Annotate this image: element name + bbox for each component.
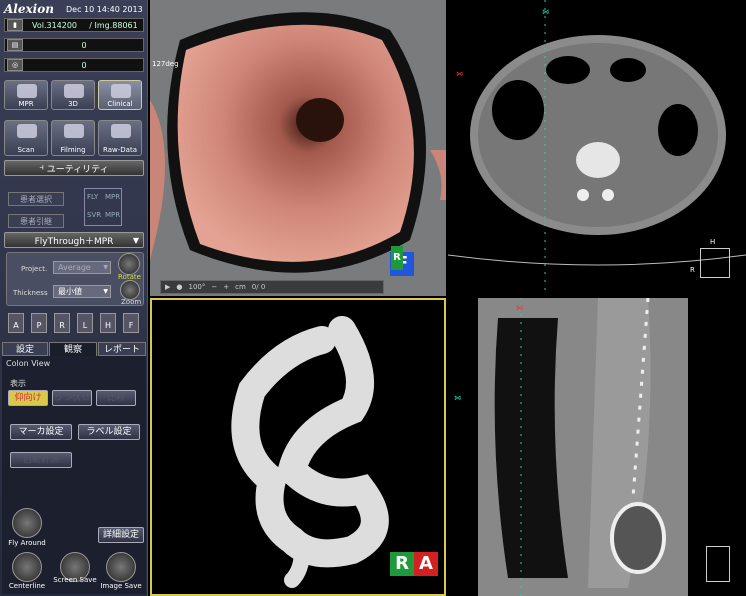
mpr-button[interactable]: MPR (4, 80, 48, 110)
thickness-label: Thickness (13, 289, 48, 297)
app-logo: Alexion (4, 2, 54, 16)
screen-save-label: Screen Save (53, 576, 97, 584)
mpr-icon (17, 84, 37, 98)
navigation-controls[interactable]: ▶ ● 100° − + cm 0/ 0 (160, 280, 384, 294)
zoom-label: Zoom (121, 298, 142, 306)
minus-icon[interactable]: − (211, 283, 217, 291)
orient-l-button[interactable]: L (77, 313, 93, 333)
film-icon: ▮ (7, 19, 23, 31)
media-row[interactable]: ◎ 0 (4, 58, 144, 72)
label-settings-button[interactable]: ラベル設定 (78, 424, 140, 440)
control-sidebar: Alexion Dec 10 14:40 2013 ▮ Vol.314200 /… (0, 0, 148, 596)
patient-select-button[interactable]: 患者選択 (8, 192, 64, 206)
axis-h-label: H (710, 238, 716, 246)
image-save-icon[interactable] (106, 552, 136, 582)
orient-p-button[interactable]: P (31, 313, 47, 333)
axis-r-label: R (690, 266, 695, 274)
prone-button[interactable]: うつ伏せ (52, 390, 92, 406)
colon-volume-render (231, 316, 389, 588)
colon-3d-viewport[interactable]: R A (150, 298, 446, 596)
tool-icon: ⫞ (39, 163, 47, 173)
dropdown-icon: ▼ (132, 235, 139, 245)
orientation-cube-r: R (390, 552, 414, 576)
display-label: 表示 (10, 379, 26, 388)
tab-observe[interactable]: 観察 (49, 342, 97, 356)
endoscopic-viewport[interactable]: 127deg ▶ ● 100° − + cm 0/ 0 F R (150, 0, 446, 296)
volume-number: Vol.314200 (31, 20, 78, 30)
image-save-label: Image Save (100, 582, 142, 590)
tab-settings[interactable]: 設定 (2, 342, 48, 356)
raw-data-icon (111, 124, 131, 138)
orientation-cube-r: R (391, 246, 403, 270)
clinical-icon (111, 84, 131, 98)
colon-view-title: Colon View (6, 359, 51, 368)
project-select[interactable]: Average (53, 261, 111, 274)
angle-value: 100° (188, 283, 206, 291)
compare-button[interactable]: 比較 (96, 390, 136, 406)
frame-count: 0/ 0 (251, 283, 266, 291)
filming-button[interactable]: Filming (51, 120, 95, 156)
fly-around-icon[interactable] (12, 508, 42, 538)
view-angle: 127deg (152, 60, 179, 68)
detail-settings-button[interactable]: 詳細設定 (98, 527, 144, 543)
patient-transfer-button[interactable]: 患者引継 (8, 214, 64, 228)
printer-count: 0 (81, 40, 87, 50)
filming-icon (64, 124, 84, 138)
scan-button[interactable]: Scan (4, 120, 48, 156)
cube-icon (64, 84, 84, 98)
centerline-icon[interactable] (12, 552, 42, 582)
media-count: 0 (81, 60, 87, 70)
play-icon[interactable]: ▶ (165, 283, 170, 291)
plus-icon[interactable]: + (223, 283, 229, 291)
utility-button[interactable]: ⫞ ユーティリティ (4, 160, 144, 176)
record-icon[interactable]: ● (176, 283, 182, 291)
orient-a-button[interactable]: A (8, 313, 24, 333)
crosshair-marker-left: ⋈ (456, 70, 463, 78)
clinical-button[interactable]: Clinical (98, 80, 142, 110)
fly-around-label: Fly Around (8, 539, 46, 547)
fly-mpr-layout[interactable]: FLY MPR SVR MPR (84, 188, 122, 226)
distance-unit: cm (235, 283, 246, 291)
tab-report[interactable]: レポート (98, 342, 146, 356)
scan-icon (17, 124, 37, 138)
marker-settings-button[interactable]: マーカ設定 (10, 424, 72, 440)
orientation-box (700, 248, 730, 278)
orient-h-button[interactable]: H (100, 313, 116, 333)
zoom-icon[interactable] (120, 280, 140, 300)
supine-button[interactable]: 仰向け (8, 390, 48, 406)
datetime: Dec 10 14:40 2013 (66, 5, 143, 14)
image-number: / Img.88061 (89, 20, 138, 30)
raw-data-button[interactable]: Raw-Data (98, 120, 142, 156)
sagittal-slice (478, 298, 688, 596)
crosshair-marker-top: ⋈ (542, 8, 549, 16)
thickness-select[interactable]: 最小値 (53, 285, 111, 298)
axial-ct-viewport[interactable]: ⋈ ⋈ H R (448, 0, 746, 296)
disc-icon: ◎ (7, 59, 23, 71)
orientation-cube-a: A (414, 552, 438, 576)
rotate-icon[interactable] (118, 253, 140, 275)
centerline-label: Centerline (8, 582, 46, 590)
orientation-box (706, 546, 730, 582)
crosshair-marker-top: ⋈ (516, 304, 523, 312)
orient-r-button[interactable]: R (54, 313, 70, 333)
view-mode-select[interactable]: FlyThrough＋MPR ▼ (4, 232, 144, 248)
volume-info-row: ▮ Vol.314200 / Img.88061 (4, 18, 144, 32)
project-label: Project. (21, 265, 48, 273)
printer-icon: ▤ (7, 39, 23, 51)
crosshair-marker-left: ⋈ (454, 394, 461, 402)
printer-row[interactable]: ▤ 0 (4, 38, 144, 52)
sagittal-ct-viewport[interactable]: ⋈ ⋈ (448, 298, 746, 596)
orient-f-button[interactable]: F (123, 313, 139, 333)
auto-measure-button[interactable]: 自動計測 (10, 452, 72, 468)
observe-panel: Colon View 表示 仰向け うつ伏せ 比較 マーカ設定 ラベル設定 自動… (2, 356, 146, 594)
3d-button[interactable]: 3D (51, 80, 95, 110)
